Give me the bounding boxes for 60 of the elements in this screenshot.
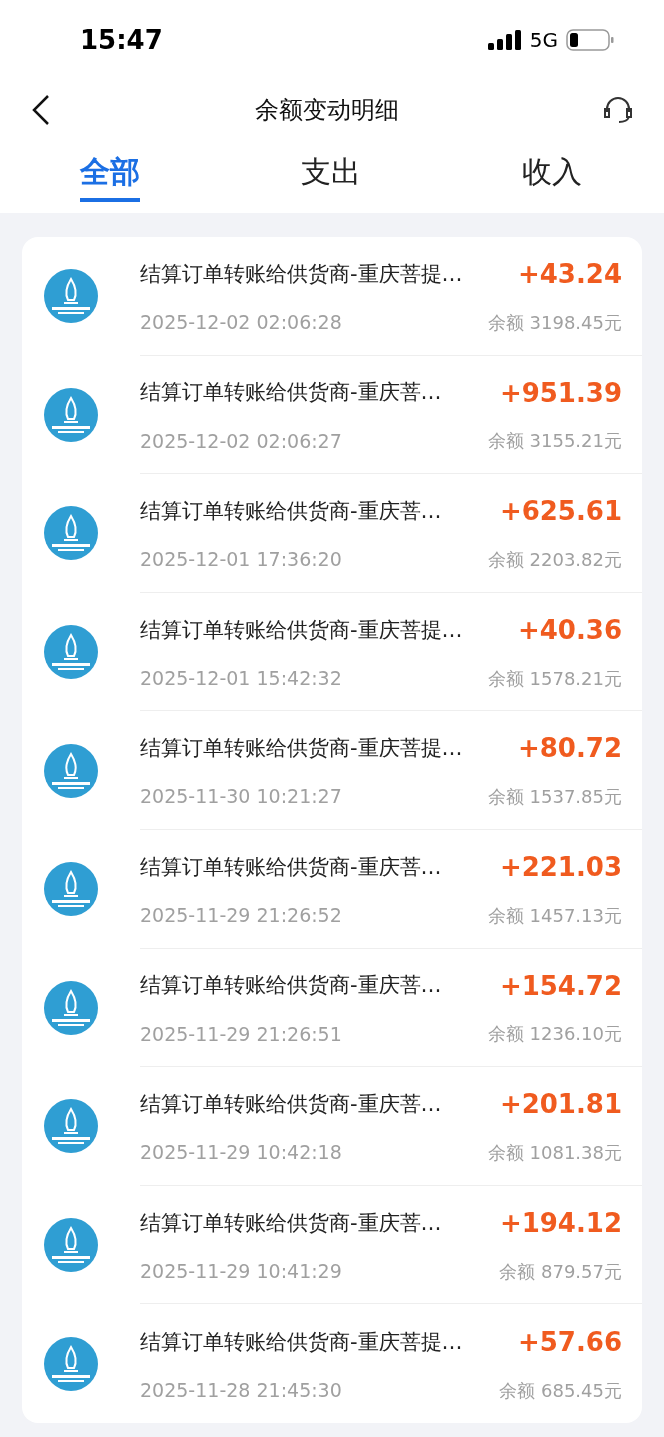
transaction-time: 2025-11-30 10:21:27	[140, 784, 342, 810]
tab[interactable]: 全部	[80, 154, 140, 202]
transaction-title: 结算订单转账给供货商-重庆菩…	[140, 853, 442, 881]
company-logo-icon	[44, 506, 98, 561]
transaction-time: 2025-11-29 10:41:29	[140, 1258, 342, 1284]
transaction-title: 结算订单转账给供货商-重庆菩…	[140, 1209, 442, 1237]
transaction-title: 结算订单转账给供货商-重庆菩提…	[140, 260, 463, 288]
company-logo-icon	[44, 1218, 98, 1273]
tab[interactable]: 支出	[301, 154, 361, 202]
transaction-time: 2025-11-29 10:42:18	[140, 1140, 342, 1166]
battery-icon	[566, 29, 614, 51]
transaction-amount: +625.61	[499, 495, 622, 529]
transaction-title: 结算订单转账给供货商-重庆菩提…	[140, 735, 463, 763]
transaction-amount: +80.72	[517, 732, 622, 766]
balance-text: 余额 879.57元	[499, 1259, 622, 1284]
transaction-time: 2025-12-01 17:36:20	[140, 547, 342, 573]
transaction-title: 结算订单转账给供货商-重庆菩…	[140, 498, 442, 525]
back-icon[interactable]	[30, 94, 52, 126]
transaction-title: 结算订单转账给供货商-重庆菩提…	[140, 616, 463, 644]
company-logo-icon	[44, 862, 98, 917]
transaction-title: 结算订单转账给供货商-重庆菩…	[140, 972, 442, 1000]
headset-icon[interactable]	[602, 95, 634, 125]
transaction-amount: +951.39	[499, 376, 622, 410]
transaction-amount: +43.24	[517, 258, 622, 292]
transaction-amount: +57.66	[517, 1325, 622, 1359]
transaction-amount: +40.36	[517, 613, 622, 647]
balance-text: 余额 1537.85元	[487, 785, 622, 810]
signal-icon	[487, 30, 522, 50]
transaction-title: 结算订单转账给供货商-重庆菩提…	[140, 1328, 463, 1356]
transaction-title: 结算订单转账给供货商-重庆菩…	[140, 379, 442, 407]
transaction-time: 2025-11-29 21:26:52	[140, 903, 342, 928]
transaction-time: 2025-12-02 02:06:28	[140, 310, 342, 336]
transaction-amount: +154.72	[499, 969, 622, 1003]
transaction-time: 2025-11-29 21:26:51	[140, 1021, 342, 1047]
transaction-time: 2025-12-01 15:42:32	[140, 665, 342, 691]
status-time: 15:47	[80, 23, 163, 57]
transaction-time: 2025-12-02 02:06:27	[140, 428, 342, 454]
transaction-amount: +221.03	[499, 851, 622, 884]
company-logo-icon	[44, 269, 98, 324]
company-logo-icon	[44, 743, 98, 798]
transaction-amount: +194.12	[499, 1206, 622, 1240]
transaction-title: 结算订单转账给供货商-重庆菩…	[140, 1090, 442, 1118]
balance-text: 余额 1236.10元	[487, 1022, 622, 1047]
balance-text: 余额 3198.45元	[487, 310, 622, 335]
balance-text: 余额 3155.21元	[487, 429, 622, 454]
balance-text: 余额 685.45元	[499, 1378, 622, 1403]
balance-text: 余额 1081.38元	[487, 1140, 622, 1165]
balance-text: 余额 2203.82元	[487, 548, 622, 572]
balance-text: 余额 1578.21元	[487, 666, 622, 691]
transaction-amount: +201.81	[499, 1088, 622, 1122]
tab[interactable]: 收入	[522, 154, 582, 202]
page-title: 余额变动明细	[255, 95, 399, 126]
company-logo-icon	[44, 387, 98, 442]
company-logo-icon	[44, 1336, 98, 1391]
company-logo-icon	[44, 625, 98, 680]
balance-text: 余额 1457.13元	[487, 903, 622, 928]
network-label: 5G	[529, 27, 558, 54]
transaction-time: 2025-11-28 21:45:30	[140, 1377, 342, 1403]
company-logo-icon	[44, 980, 98, 1035]
company-logo-icon	[44, 1099, 98, 1154]
